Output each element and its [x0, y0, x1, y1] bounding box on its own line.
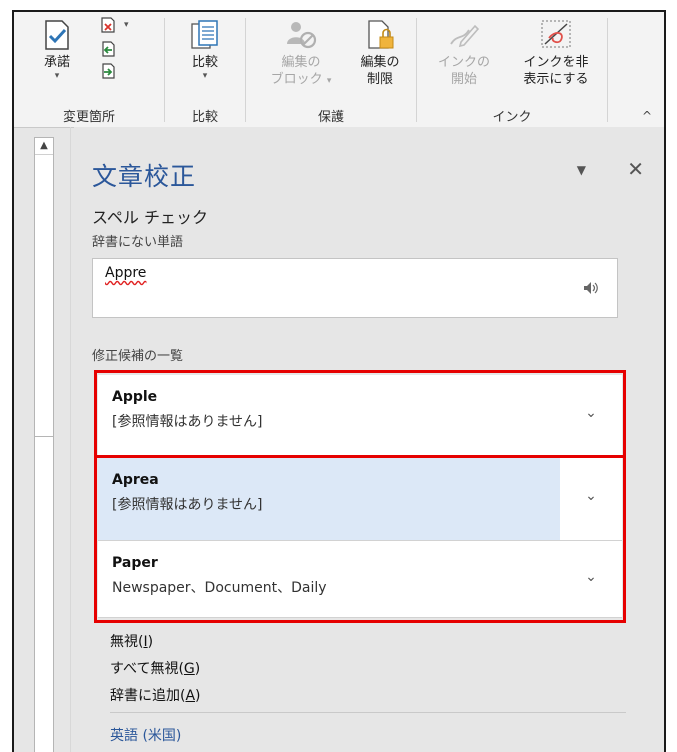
protect-group: 編集の ブロック ▾ 編集の 制限 保護 — [246, 12, 416, 127]
suggestion-menu-button[interactable]: ⌄ — [560, 458, 622, 540]
compare-button[interactable]: 比較 ▾ — [181, 18, 229, 81]
chevron-down-icon: ▾ — [202, 71, 208, 81]
reject-icon — [101, 17, 115, 33]
block-authors-label-1: 編集の — [281, 55, 321, 70]
ink-hide-label-2: 表示にする — [523, 72, 589, 87]
add-to-dictionary-text: 辞書に追加( — [110, 688, 186, 704]
reject-button[interactable] — [99, 16, 139, 34]
reject-chevron-icon[interactable]: ▾ — [124, 20, 129, 30]
add-to-dictionary-link[interactable]: 辞書に追加(A) — [110, 685, 201, 705]
suggestion-word: Apple — [112, 389, 158, 405]
misspelled-word-box: Appre — [92, 258, 618, 318]
vertical-scrollbar[interactable]: ▲ — [34, 137, 54, 437]
suggestion-info: [参照情報はありません] — [112, 497, 263, 513]
scrollbar-track[interactable] — [34, 437, 54, 752]
ignore-link[interactable]: 無視(I) — [110, 631, 153, 651]
ink-group-label: インク — [492, 110, 532, 125]
ignore-all-access-key: G — [183, 661, 195, 677]
accept-document-icon — [45, 20, 69, 50]
ink-start-label-2: 開始 — [450, 72, 477, 87]
close-icon[interactable]: ✕ — [627, 157, 644, 181]
block-authors-label-2: ブロック ▾ — [268, 71, 334, 90]
chevron-down-icon: ⌄ — [585, 569, 597, 585]
ignore-text: 無視( — [110, 634, 144, 650]
chevron-down-icon: ⌄ — [585, 488, 597, 504]
previous-change-icon — [102, 41, 115, 57]
changes-group: 承諾 ▾ ▾ 変更箇所 — [14, 12, 164, 127]
suggestion-word: Aprea — [112, 472, 159, 488]
suggestion-menu-button[interactable]: ⌄ — [560, 541, 622, 617]
next-change-icon — [102, 63, 115, 79]
not-in-dictionary-label: 辞書にない単語 — [92, 235, 184, 250]
suggestion-item[interactable]: Apple [参照情報はありません] ⌄ — [98, 375, 622, 458]
pane-divider — [70, 127, 71, 752]
collapse-ribbon-icon[interactable]: ^ — [642, 109, 652, 123]
restrict-editing-button[interactable]: 編集の 制限 — [352, 18, 408, 88]
block-authors-icon — [287, 22, 317, 49]
restrict-label-1: 編集の — [360, 55, 400, 70]
word-window: 承諾 ▾ ▾ 変更箇所 比較 ▾ 比較 編集の ブロック ▾ 編集の 制限 保護… — [12, 10, 666, 752]
compare-group: 比較 ▾ 比較 — [165, 12, 245, 127]
ignore-all-link[interactable]: すべて無視(G) — [110, 658, 200, 678]
add-to-dictionary-access-key: A — [185, 688, 196, 704]
previous-change-button[interactable] — [99, 40, 119, 58]
pen-icon — [450, 24, 480, 48]
start-inking-button[interactable]: インクの 開始 — [433, 18, 495, 88]
proofing-pane: 文章校正 ▼ ✕ スペル チェック 辞書にない単語 Appre 修正候補の一覧 … — [74, 127, 664, 752]
ignore-text-end: ) — [147, 634, 154, 650]
accept-button[interactable]: 承諾 ▾ — [32, 18, 82, 81]
scroll-up-icon[interactable]: ▲ — [35, 138, 53, 155]
suggestions-heading: 修正候補の一覧 — [92, 349, 184, 364]
language-link[interactable]: 英語 (米国) — [110, 725, 181, 745]
changes-group-label: 変更箇所 — [62, 110, 115, 125]
ribbon: 承諾 ▾ ▾ 変更箇所 比較 ▾ 比較 編集の ブロック ▾ 編集の 制限 保護… — [14, 12, 664, 128]
chevron-down-icon: ▾ — [54, 71, 60, 81]
speaker-icon[interactable] — [583, 281, 599, 295]
protect-group-label: 保護 — [317, 110, 344, 125]
suggestion-word: Paper — [112, 555, 158, 571]
suggestion-item[interactable]: Paper Newspaper、Document、Daily ⌄ — [98, 541, 622, 618]
suggestion-info: Newspaper、Document、Daily — [112, 580, 327, 596]
spelling-check-heading: スペル チェック — [92, 208, 208, 227]
compare-icon — [191, 20, 218, 49]
compare-group-label: 比較 — [191, 110, 218, 125]
ink-hide-label-1: インクを非 — [523, 55, 589, 70]
ignore-all-text-end: ) — [194, 661, 201, 677]
suggestion-menu-button[interactable]: ⌄ — [560, 375, 622, 457]
ignore-all-text: すべて無視( — [110, 661, 184, 677]
chevron-down-icon: ⌄ — [585, 405, 597, 421]
misspelled-word: Appre — [105, 265, 147, 281]
pane-options-icon[interactable]: ▼ — [577, 163, 586, 177]
compare-label: 比較 — [191, 55, 218, 70]
suggestion-info: [参照情報はありません] — [112, 414, 263, 430]
accept-label: 承諾 — [43, 55, 70, 70]
block-authors-button[interactable]: 編集の ブロック ▾ — [268, 18, 334, 90]
lock-document-icon — [368, 20, 394, 49]
ink-start-label-1: インクの — [437, 55, 490, 70]
suggestion-item[interactable]: Aprea [参照情報はありません] ⌄ — [98, 458, 622, 541]
ink-group: インクの 開始 インクを非 表示にする インク — [417, 12, 607, 127]
hide-ink-button[interactable]: インクを非 表示にする — [513, 18, 599, 88]
add-to-dictionary-text-end: ) — [195, 688, 201, 704]
chevron-down-icon: ▾ — [326, 76, 332, 86]
divider — [110, 712, 626, 713]
restrict-label-2: 制限 — [366, 72, 393, 87]
hide-ink-icon — [541, 20, 571, 48]
block-authors-label-text: ブロック — [270, 72, 323, 87]
next-change-button[interactable] — [99, 62, 119, 80]
group-divider — [607, 18, 608, 122]
pane-title: 文章校正 — [92, 162, 197, 191]
